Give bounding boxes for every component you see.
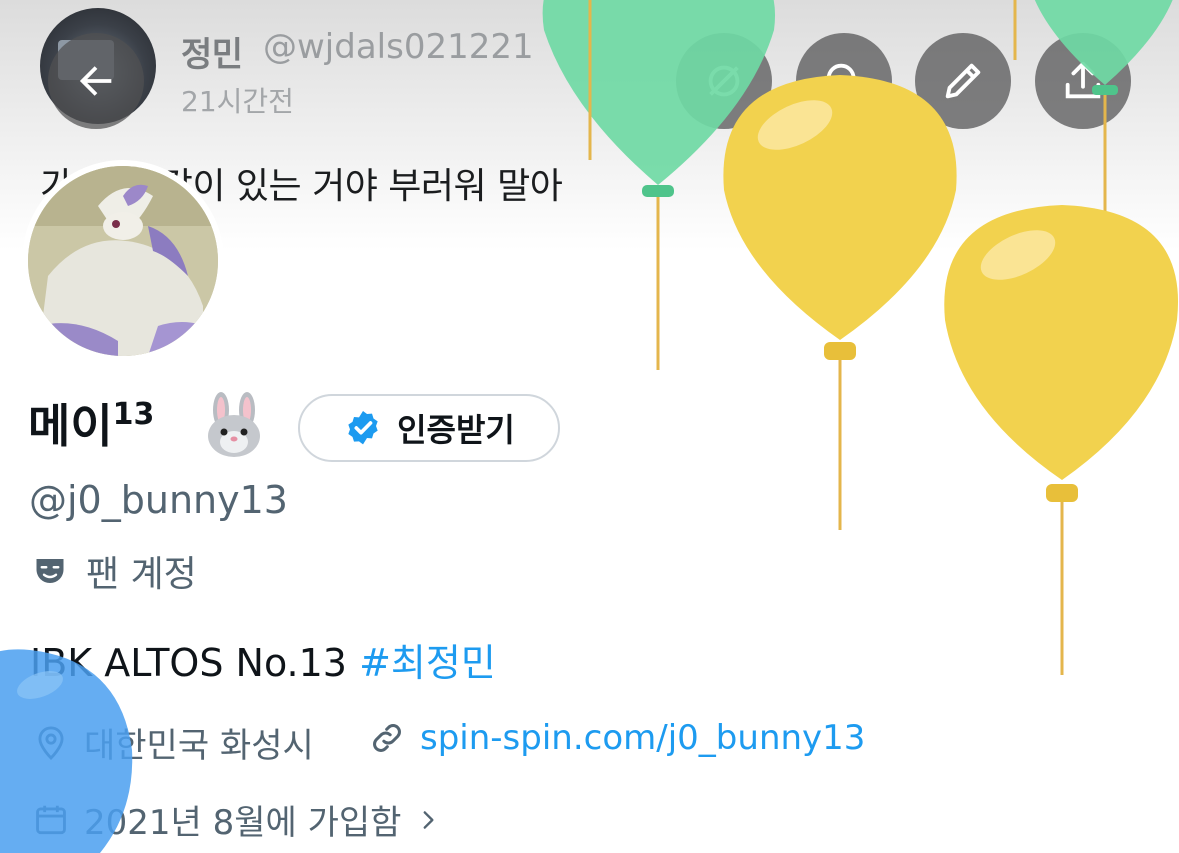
website-row[interactable]: spin-spin.com/j0_bunny13 bbox=[368, 718, 865, 758]
balloon-yellow-right bbox=[944, 205, 1179, 675]
profile-display-name: 메이13 bbox=[28, 390, 154, 456]
rabbit-face-icon bbox=[208, 392, 260, 457]
link-icon bbox=[373, 724, 401, 752]
balloon-blue bbox=[0, 649, 133, 853]
display-name-superscript: 13 bbox=[112, 397, 155, 432]
tweet-author-handle: @wjdals021221 bbox=[263, 27, 534, 67]
bio-hashtag-link[interactable]: #최정민 bbox=[359, 641, 496, 685]
tweet-time: 21시간전 bbox=[181, 85, 294, 118]
get-verified-label: 인증받기 bbox=[397, 411, 515, 449]
website-link[interactable]: spin-spin.com/j0_bunny13 bbox=[420, 718, 865, 758]
tweet-author-name: 정민 bbox=[181, 35, 243, 75]
display-name-text: 메이 bbox=[28, 399, 113, 453]
profile-avatar[interactable] bbox=[22, 160, 224, 362]
back-icon bbox=[79, 66, 112, 96]
fan-account-label: 팬 계정 bbox=[32, 545, 197, 597]
profile-handle: @j0_bunny13 bbox=[29, 478, 288, 522]
get-verified-button[interactable]: 인증받기 bbox=[298, 394, 560, 462]
mask-icon bbox=[36, 559, 64, 583]
fan-account-text: 팬 계정 bbox=[86, 554, 197, 595]
avatar-illustration bbox=[28, 166, 218, 356]
back-button[interactable] bbox=[48, 33, 144, 129]
verified-badge-icon bbox=[348, 411, 378, 445]
balloon-yellow-left bbox=[723, 75, 957, 530]
chevron-right-icon bbox=[424, 810, 434, 829]
